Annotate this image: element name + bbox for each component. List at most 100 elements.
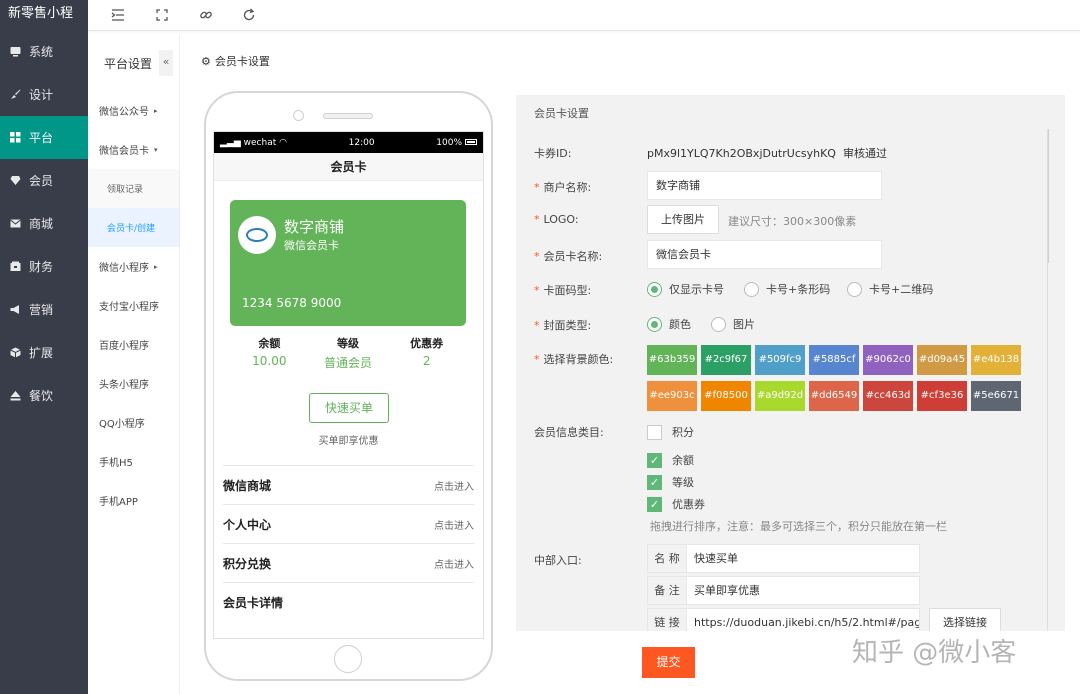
stat-label: 余额 bbox=[258, 337, 281, 350]
merchant-label: * 商户名称: bbox=[534, 181, 592, 194]
nav-item-extend[interactable]: 扩展 bbox=[0, 331, 88, 374]
home-button bbox=[334, 645, 362, 673]
subnav-label: 会员卡/创建 bbox=[107, 224, 156, 234]
color-swatch[interactable]: #5885cf bbox=[809, 345, 859, 375]
nav-item-marketing[interactable]: 营销 bbox=[0, 288, 88, 331]
subnav-item-toutiao-miniapp[interactable]: 头条小程序 bbox=[88, 364, 179, 403]
nav-item-system[interactable]: 系统 bbox=[0, 30, 88, 73]
subnav-item-alipay-miniapp[interactable]: 支付宝小程序 bbox=[88, 286, 179, 325]
phone-status-bar: ▂▃▅ wechat ◠ 12:00 100% bbox=[214, 132, 483, 153]
signal-icon: ▂▃▅ bbox=[220, 137, 241, 148]
color-swatch[interactable]: #d09a45 bbox=[917, 345, 967, 375]
cube-icon bbox=[9, 347, 21, 359]
subnav-label: 头条小程序 bbox=[99, 380, 149, 391]
panel-scrollbar[interactable] bbox=[1048, 129, 1065, 631]
choose-link-button[interactable]: 选择链接 bbox=[929, 608, 1001, 631]
quick-pay-button[interactable]: 快速买单 bbox=[309, 393, 389, 423]
subnav-item-wechat-miniapp[interactable]: 微信小程序 ▸ bbox=[88, 247, 179, 286]
menu-row-points[interactable]: 积分兑换 点击进入 bbox=[223, 543, 474, 582]
merchant-name-input[interactable]: 数字商铺 bbox=[647, 171, 882, 200]
eject-icon bbox=[9, 390, 21, 402]
nav-label: 系统 bbox=[29, 45, 54, 59]
subnav-item-wechat-card[interactable]: 微信会员卡 ▾ bbox=[88, 130, 179, 169]
collapse-button[interactable]: « bbox=[159, 50, 173, 76]
wifi-icon: ◠ bbox=[279, 137, 287, 148]
subnav-item-wechat-official[interactable]: 微信公众号 ▸ bbox=[88, 91, 179, 130]
color-swatch[interactable]: #e4b138 bbox=[971, 345, 1021, 375]
color-swatch[interactable]: #5e6671 bbox=[971, 381, 1021, 411]
entry-note-input[interactable]: 买单即享优惠 bbox=[687, 576, 920, 605]
entry-name-field[interactable]: 名 称 快速买单 bbox=[647, 544, 920, 573]
card-settings-panel: 会员卡设置 卡券ID: pMx9l1YLQ7Kh2OBxjDutrUcsyhKQ… bbox=[516, 95, 1065, 631]
subnav-item-receive-records[interactable]: 领取记录 bbox=[88, 169, 179, 208]
caret-down-icon: ▾ bbox=[154, 145, 158, 154]
color-swatch[interactable]: #509fc9 bbox=[755, 345, 805, 375]
cover-type-radio-color[interactable]: 颜色 bbox=[647, 316, 691, 332]
subnav-item-qq-miniapp[interactable]: QQ小程序 bbox=[88, 403, 179, 442]
info-sort-hint: 拖拽进行排序，注意：最多可选择三个，积分只能放在第一栏 bbox=[650, 520, 947, 533]
subnav-item-app[interactable]: 手机APP bbox=[88, 481, 179, 520]
menu-action: 点击进入 bbox=[434, 520, 474, 532]
breadcrumb: ⚙ 会员卡设置 bbox=[201, 53, 270, 69]
panel-title: 会员卡设置 bbox=[534, 107, 589, 120]
menu-fold-icon[interactable] bbox=[111, 8, 125, 22]
info-checkbox-points[interactable]: 积分 bbox=[647, 424, 694, 440]
subnav-item-h5[interactable]: 手机H5 bbox=[88, 442, 179, 481]
upload-logo-button[interactable]: 上传图片 bbox=[647, 205, 719, 234]
subnav-label: 手机APP bbox=[99, 497, 138, 508]
speaker-icon bbox=[323, 113, 373, 119]
middle-entry-label: 中部入口: bbox=[534, 554, 582, 567]
stat-coupons: 优惠券 2 bbox=[387, 335, 466, 371]
entry-name-input[interactable]: 快速买单 bbox=[687, 544, 920, 573]
entry-link-field[interactable]: 链 接 https://duoduan.jikebi.cn/h5/2.html#… bbox=[647, 608, 920, 631]
subnav-title: 平台设置 bbox=[104, 56, 153, 71]
code-type-radio-qrcode[interactable]: 卡号+二维码 bbox=[847, 281, 933, 297]
status-carrier: ▂▃▅ wechat ◠ bbox=[220, 137, 287, 148]
code-type-radio-number[interactable]: 仅显示卡号 bbox=[647, 281, 724, 297]
menu-row-personal-center[interactable]: 个人中心 点击进入 bbox=[223, 504, 474, 543]
gear-icon: ⚙ bbox=[201, 54, 211, 68]
member-info-label: 会员信息类目: bbox=[534, 426, 604, 439]
nav-item-platform[interactable]: 平台 bbox=[0, 116, 88, 159]
subnav-item-baidu-miniapp[interactable]: 百度小程序 bbox=[88, 325, 179, 364]
color-swatch[interactable]: #a9d92d bbox=[755, 381, 805, 411]
color-swatch[interactable]: #2c9f67 bbox=[701, 345, 751, 375]
card-id-value: pMx9l1YLQ7Kh2OBxjDutrUcsyhKQ 审核通过 bbox=[647, 147, 887, 160]
color-swatch[interactable]: #63b359 bbox=[647, 345, 697, 375]
subnav-item-card-create[interactable]: 会员卡/创建 bbox=[88, 208, 179, 247]
entry-note-field[interactable]: 备 注 买单即享优惠 bbox=[647, 576, 920, 605]
entry-link-input[interactable]: https://duoduan.jikebi.cn/h5/2.html#/pag… bbox=[687, 608, 920, 631]
megaphone-icon bbox=[9, 304, 21, 316]
nav-item-catering[interactable]: 餐饮 bbox=[0, 374, 88, 417]
caret-right-icon: ▸ bbox=[154, 106, 158, 115]
code-type-radio-barcode[interactable]: 卡号+条形码 bbox=[744, 281, 830, 297]
color-swatch[interactable]: #cc463d bbox=[863, 381, 913, 411]
refresh-icon[interactable] bbox=[242, 8, 256, 22]
phone-preview: ▂▃▅ wechat ◠ 12:00 100% 会员卡 数字商铺 微信会员卡 1… bbox=[204, 91, 493, 681]
info-checkbox-balance[interactable]: ✓ 余额 bbox=[647, 452, 694, 468]
subnav-label: 百度小程序 bbox=[99, 341, 149, 352]
menu-row-wechat-mall[interactable]: 微信商城 点击进入 bbox=[223, 465, 474, 504]
menu-title: 积分兑换 bbox=[223, 556, 272, 571]
nav-item-finance[interactable]: 财务 bbox=[0, 245, 88, 288]
nav-item-design[interactable]: 设计 bbox=[0, 73, 88, 116]
nav-item-member[interactable]: 会员 bbox=[0, 159, 88, 202]
menu-row-card-detail[interactable]: 会员卡详情 bbox=[223, 582, 474, 621]
nav-item-mall[interactable]: 商城 bbox=[0, 202, 88, 245]
color-swatch[interactable]: #dd6549 bbox=[809, 381, 859, 411]
quick-pay-subtitle: 买单即享优惠 bbox=[318, 436, 379, 447]
card-name-input[interactable]: 微信会员卡 bbox=[647, 240, 882, 269]
info-checkbox-level[interactable]: ✓ 等级 bbox=[647, 474, 694, 490]
cover-type-radio-image[interactable]: 图片 bbox=[711, 316, 755, 332]
cover-type-label: * 封面类型: bbox=[534, 319, 592, 332]
info-checkbox-coupons[interactable]: ✓ 优惠券 bbox=[647, 496, 705, 512]
stat-label: 优惠券 bbox=[410, 337, 444, 350]
fullscreen-icon[interactable] bbox=[155, 8, 169, 22]
color-swatch[interactable]: #f08500 bbox=[701, 381, 751, 411]
submit-button[interactable]: 提交 bbox=[642, 647, 695, 678]
color-swatch[interactable]: #cf3e36 bbox=[917, 381, 967, 411]
logo-size-hint: 建议尺寸：300×300像素 bbox=[728, 215, 857, 228]
color-swatch[interactable]: #ee903c bbox=[647, 381, 697, 411]
color-swatch[interactable]: #9062c0 bbox=[863, 345, 913, 375]
link-icon[interactable] bbox=[199, 8, 213, 22]
